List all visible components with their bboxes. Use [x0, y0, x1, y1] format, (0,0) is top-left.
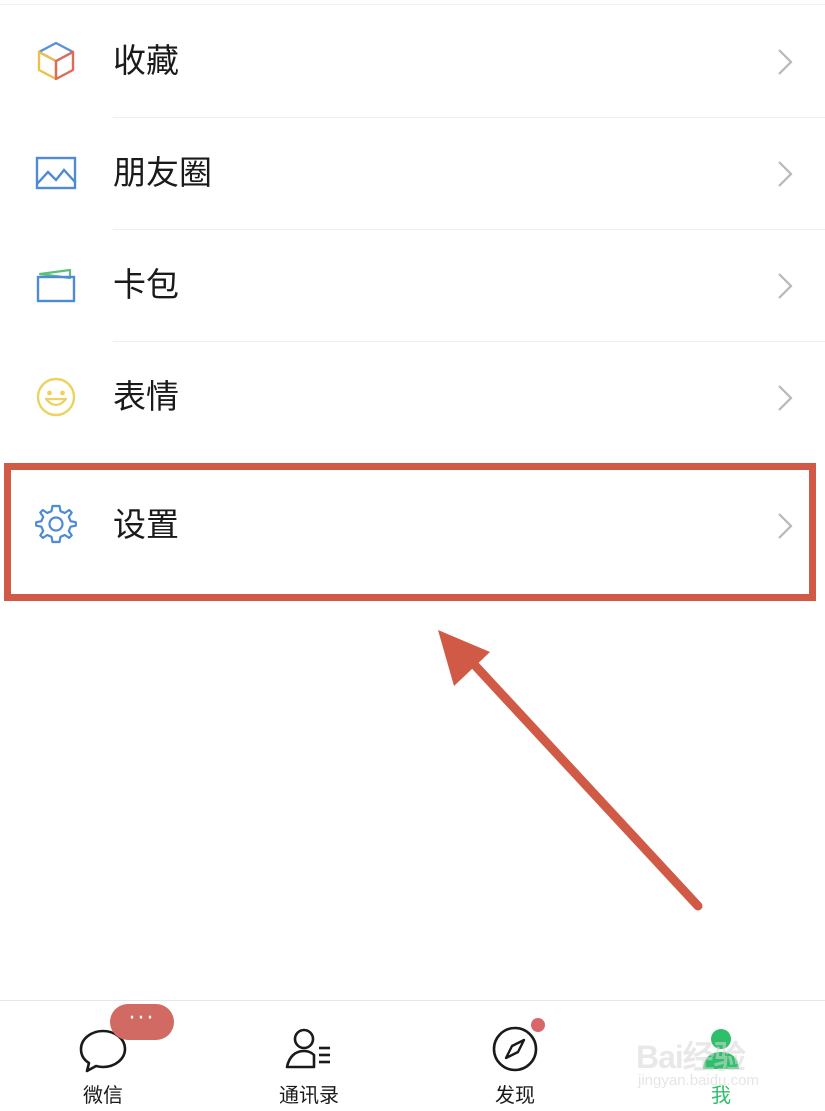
- tab-contacts[interactable]: 通讯录: [206, 1001, 412, 1111]
- menu-item-card-wallet[interactable]: 卡包: [0, 230, 825, 342]
- menu-item-label: 收藏: [113, 41, 179, 80]
- top-divider: [0, 4, 825, 5]
- tab-me[interactable]: 我: [618, 1001, 824, 1111]
- menu-item-stickers[interactable]: 表情: [0, 342, 825, 454]
- tab-label: 通讯录: [279, 1083, 339, 1107]
- tab-label: 发现: [495, 1083, 535, 1107]
- chevron-right-icon: [778, 385, 793, 411]
- contacts-icon: [285, 1028, 330, 1069]
- tab-label: 微信: [83, 1083, 123, 1107]
- menu-item-label: 表情: [113, 377, 179, 416]
- menu-item-favorites[interactable]: 收藏: [0, 6, 825, 118]
- chevron-right-icon: [778, 273, 793, 299]
- unread-badge: ···: [110, 1004, 174, 1040]
- menu-item-moments[interactable]: 朋友圈: [0, 118, 825, 230]
- tab-label: 我: [711, 1083, 731, 1107]
- menu-item-label: 朋友圈: [113, 153, 212, 192]
- moments-image-icon: [35, 156, 77, 190]
- menu-item-label: 卡包: [113, 265, 179, 304]
- chevron-right-icon: [778, 49, 793, 75]
- discover-red-dot: [531, 1018, 545, 1032]
- bottom-tab-bar: ··· 微信 通讯录 发现 我: [0, 1000, 825, 1111]
- chevron-right-icon: [778, 161, 793, 187]
- sticker-smiley-icon: [36, 377, 76, 417]
- favorites-cube-icon: [37, 41, 75, 81]
- tab-discover[interactable]: 发现: [412, 1001, 618, 1111]
- me-person-icon: [703, 1029, 739, 1069]
- card-wallet-icon: [36, 268, 76, 303]
- tab-chats[interactable]: ··· 微信: [0, 1001, 206, 1111]
- settings-highlight-box: [4, 463, 816, 601]
